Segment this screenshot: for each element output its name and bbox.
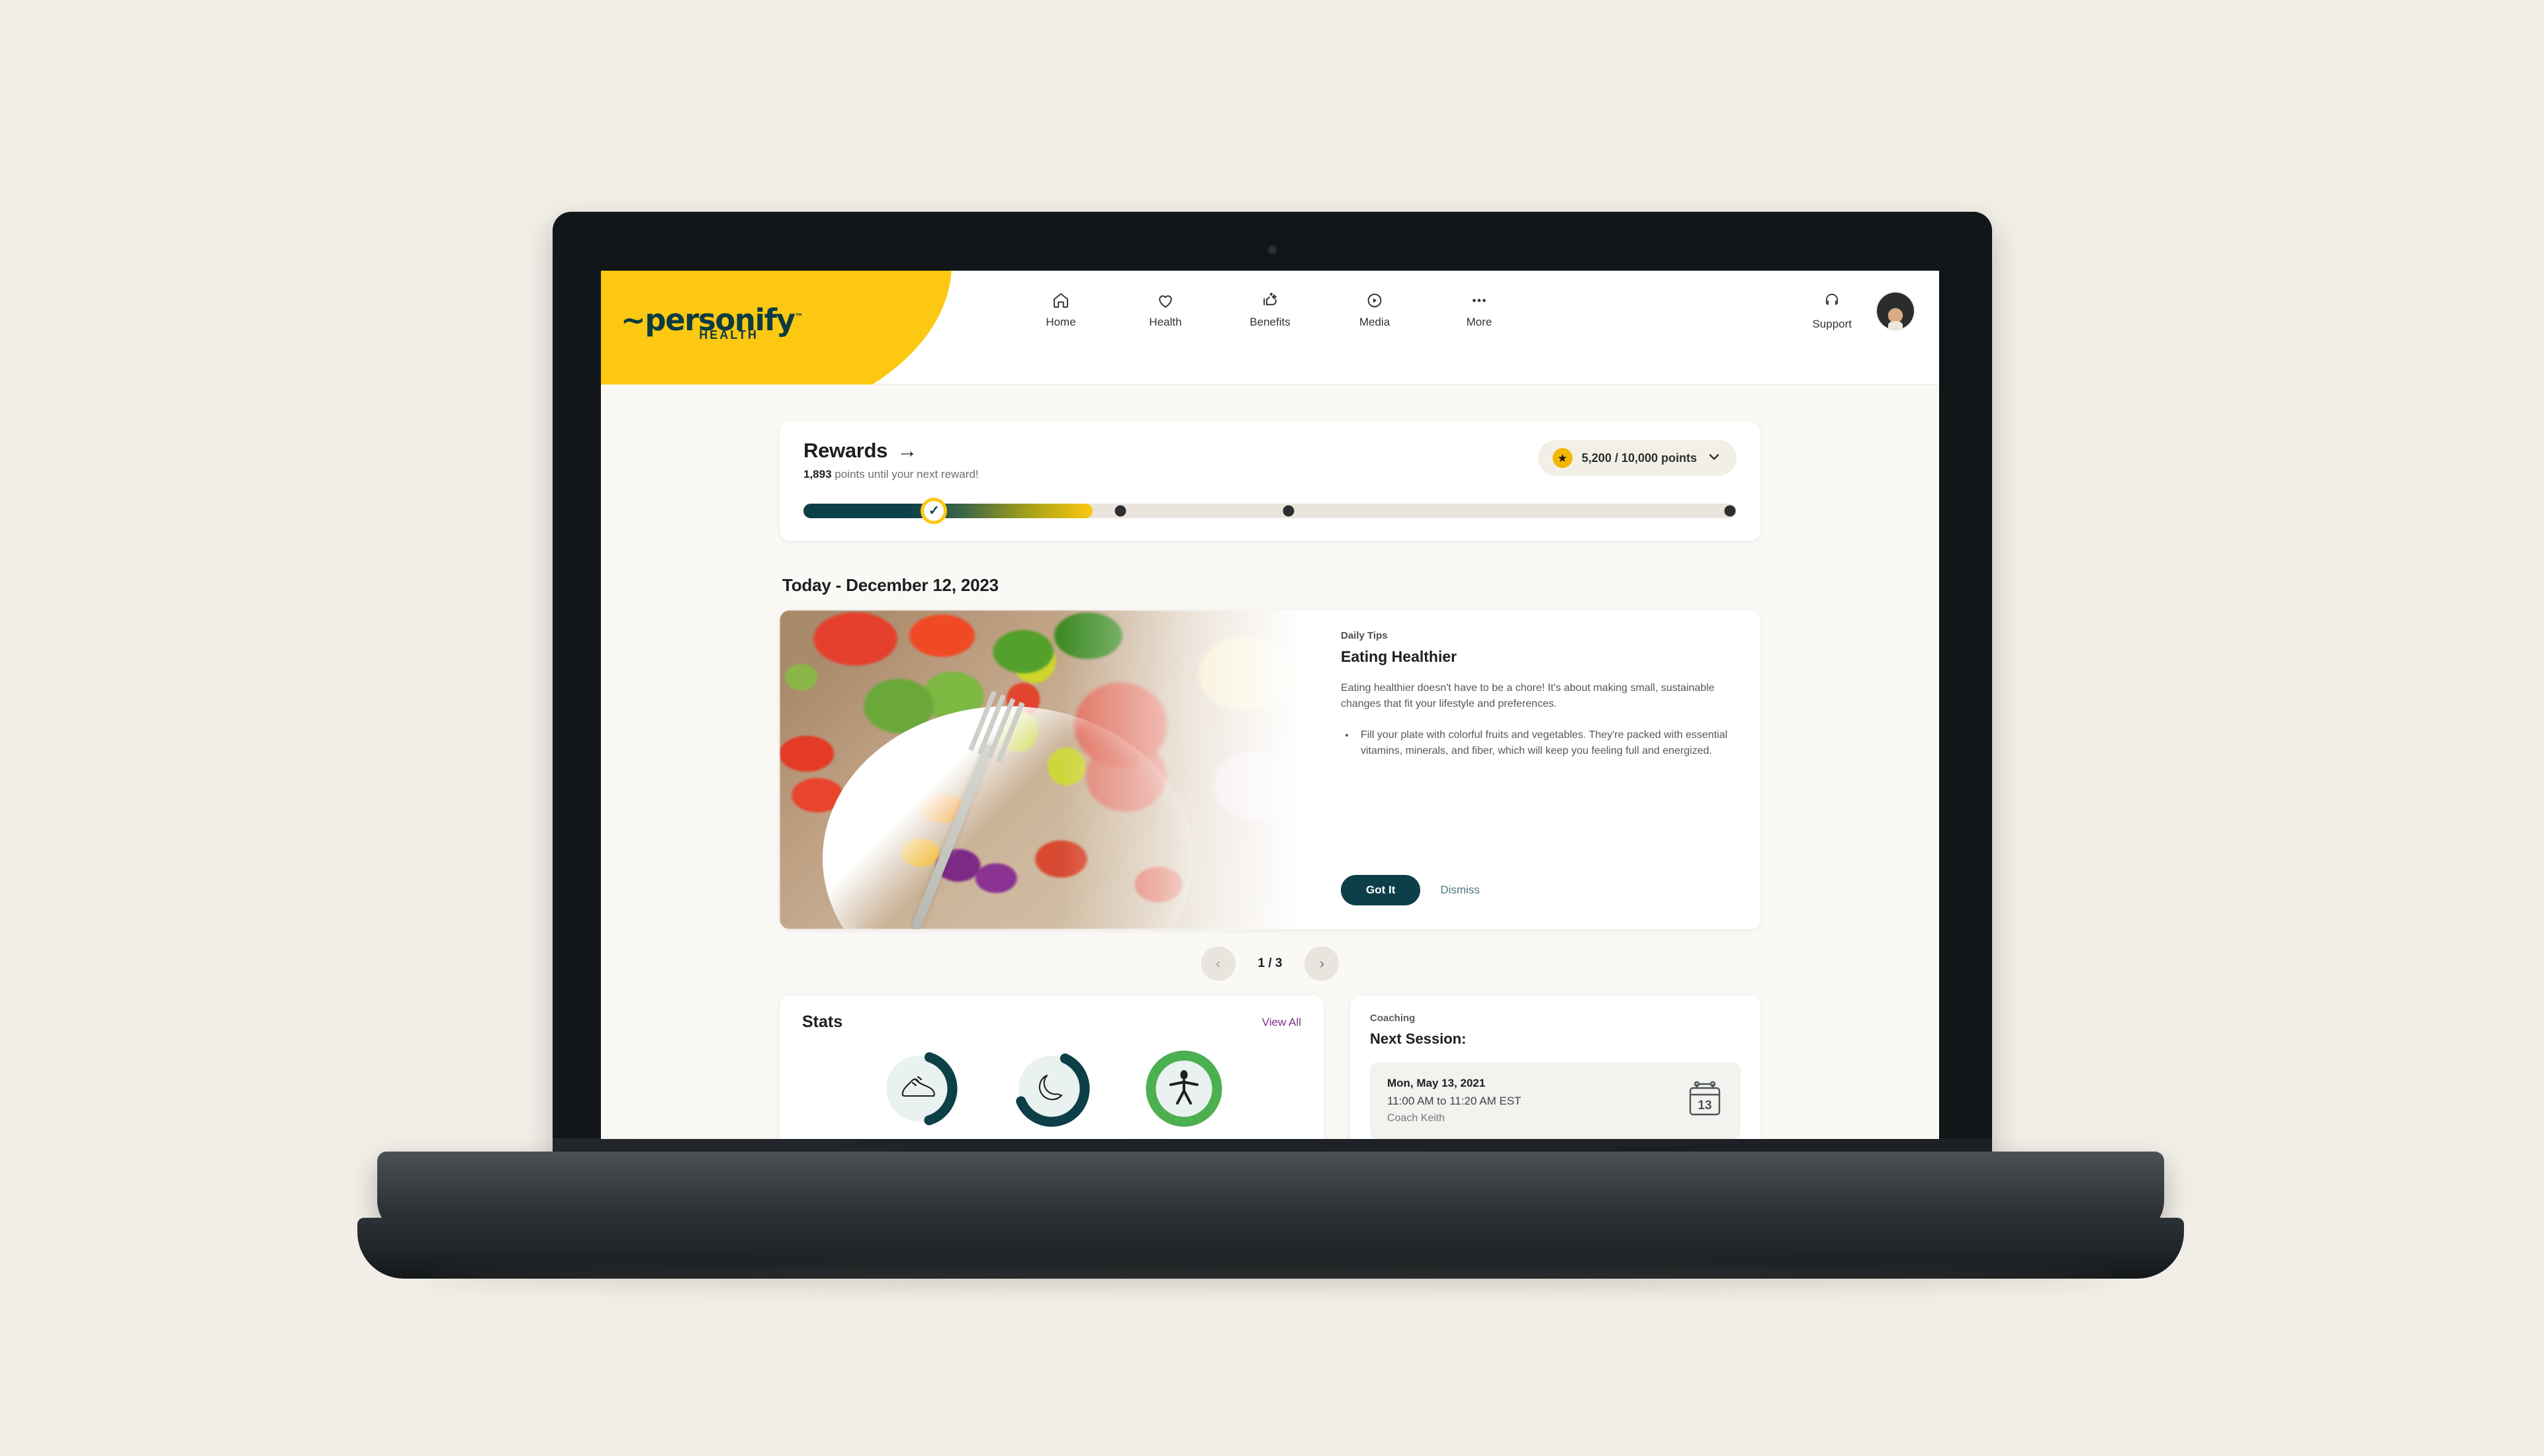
nav-item-health[interactable]: Health xyxy=(1137,291,1194,329)
stats-header: Stats View All xyxy=(802,1013,1301,1032)
ellipsis-icon xyxy=(1469,291,1489,310)
header-right-group: Support xyxy=(1812,291,1914,331)
milestone-dot[interactable] xyxy=(1114,505,1126,517)
session-coach: Coach Keith xyxy=(1387,1113,1445,1124)
got-it-button[interactable]: Got It xyxy=(1341,875,1421,905)
daily-tip-actions: Got It Dismiss xyxy=(1341,875,1480,905)
nav-label-benefits: Benefits xyxy=(1249,316,1291,328)
home-icon xyxy=(1051,291,1071,310)
laptop-shadow xyxy=(424,1269,2118,1287)
chevron-down-icon xyxy=(1706,449,1722,468)
coaching-kicker: Coaching xyxy=(1370,1013,1416,1024)
stat-ring xyxy=(1013,1050,1090,1127)
session-details: Mon, May 13, 2021 11:00 AM to 11:20 AM E… xyxy=(1387,1077,1522,1124)
trademark-mark: ™ xyxy=(794,312,803,322)
view-all-link[interactable]: View All xyxy=(1262,1016,1301,1029)
nav-label-media: Media xyxy=(1359,316,1390,328)
calendar-icon[interactable]: 13 xyxy=(1686,1080,1723,1122)
browser-viewport: ~personify™ HEALTH Home Health Benefits … xyxy=(601,271,1939,1139)
points-dropdown[interactable]: ★ 5,200 / 10,000 points xyxy=(1537,440,1737,476)
dismiss-button[interactable]: Dismiss xyxy=(1440,884,1480,897)
primary-nav: Home Health Benefits Media More xyxy=(1032,291,1508,329)
nav-item-home[interactable]: Home xyxy=(1032,291,1089,329)
rewards-title: Rewards xyxy=(803,439,888,462)
nav-item-more[interactable]: More xyxy=(1451,291,1508,329)
milestone-dot[interactable] xyxy=(1724,505,1736,517)
progress-track: ✓ xyxy=(803,498,1737,524)
support-label: Support xyxy=(1812,318,1852,330)
heart-icon xyxy=(1156,291,1175,310)
milestone-dot[interactable] xyxy=(1283,505,1295,517)
nav-item-benefits[interactable]: Benefits xyxy=(1242,291,1298,329)
stat-ring xyxy=(881,1050,958,1127)
session-time: 11:00 AM to 11:20 AM EST xyxy=(1387,1095,1522,1107)
headset-icon xyxy=(1823,291,1841,312)
star-icon: ★ xyxy=(1552,448,1572,468)
points-value-label: 5,200 / 10,000 points xyxy=(1581,451,1697,465)
app-header: ~personify™ HEALTH Home Health Benefits … xyxy=(601,271,1939,436)
svg-text:13: 13 xyxy=(1698,1099,1711,1113)
daily-tip-card: Daily Tips Eating Healthier Eating healt… xyxy=(780,610,1760,929)
stats-title: Stats xyxy=(802,1013,843,1031)
rewards-card: Rewards → 1,893 points until your next r… xyxy=(780,422,1760,541)
daily-tip-text: Daily Tips Eating Healthier Eating healt… xyxy=(1321,610,1760,929)
hand-sparkle-icon xyxy=(1260,291,1280,310)
arrow-right-icon: → xyxy=(897,439,917,462)
progress-fill xyxy=(803,504,1093,518)
carousel-prev-button[interactable]: ‹ xyxy=(1201,946,1236,981)
list-item: Fill your plate with colorful fruits and… xyxy=(1355,727,1738,760)
today-heading: Today - December 12, 2023 xyxy=(782,575,999,595)
rewards-progress[interactable]: ✓ xyxy=(803,498,1737,524)
next-session-box[interactable]: Mon, May 13, 2021 11:00 AM to 11:20 AM E… xyxy=(1370,1062,1741,1139)
stat-ring xyxy=(1146,1050,1222,1127)
support-button[interactable]: Support xyxy=(1812,291,1852,331)
rewards-points-remaining: 1,893 xyxy=(803,468,832,480)
laptop-mockup: ~personify™ HEALTH Home Health Benefits … xyxy=(0,0,2544,1456)
nav-label-more: More xyxy=(1466,316,1492,328)
stat-value-sleep: 7 hours xyxy=(1024,1138,1079,1139)
nav-item-media[interactable]: Media xyxy=(1346,291,1403,329)
stats-card: Stats View All xyxy=(780,995,1324,1139)
nav-label-home: Home xyxy=(1046,316,1076,328)
daily-tip-bullets: Fill your plate with colorful fruits and… xyxy=(1355,727,1738,760)
coaching-card: Coaching Next Session: Mon, May 13, 2021… xyxy=(1350,995,1760,1139)
progress-check-badge: ✓ xyxy=(921,498,948,524)
play-circle-icon xyxy=(1365,291,1385,310)
rewards-subtitle-rest: points until your next reward! xyxy=(831,468,979,480)
content-container: Rewards → 1,893 points until your next r… xyxy=(780,422,1760,1139)
avatar[interactable] xyxy=(1877,292,1914,330)
carousel-next-button[interactable]: › xyxy=(1304,946,1340,981)
shoe-icon xyxy=(898,1070,936,1108)
stat-value-activity: 60 min xyxy=(1160,1138,1208,1139)
session-date: Mon, May 13, 2021 xyxy=(1387,1077,1486,1089)
daily-tip-image xyxy=(780,610,1321,929)
bottom-row: Stats View All Coaching Next Session: Mo… xyxy=(780,995,1760,1139)
person-icon xyxy=(1167,1069,1201,1111)
nav-label-health: Health xyxy=(1149,316,1182,328)
daily-tip-heading: Eating Healthier xyxy=(1341,648,1457,665)
daily-tip-body: Eating healthier doesn't have to be a ch… xyxy=(1341,682,1715,710)
brand-logo[interactable]: ~personify™ HEALTH xyxy=(621,305,803,341)
stats-rings: 2,400 xyxy=(802,1050,1301,1139)
coaching-heading: Next Session: xyxy=(1370,1030,1467,1047)
daily-tip-kicker: Daily Tips xyxy=(1341,630,1388,641)
stat-steps[interactable]: 2,400 xyxy=(881,1050,958,1139)
stat-activity[interactable]: 60 min xyxy=(1146,1050,1222,1139)
carousel-nav: ‹ 1 / 3 › xyxy=(780,946,1760,981)
stat-value-steps: 2,400 xyxy=(900,1138,938,1139)
page-body: Rewards → 1,893 points until your next r… xyxy=(601,385,1939,1139)
moon-icon xyxy=(1035,1070,1068,1108)
stat-sleep[interactable]: 7 hours xyxy=(1013,1050,1090,1139)
webcam-icon xyxy=(1267,245,1277,255)
carousel-counter: 1 / 3 xyxy=(1257,956,1283,970)
